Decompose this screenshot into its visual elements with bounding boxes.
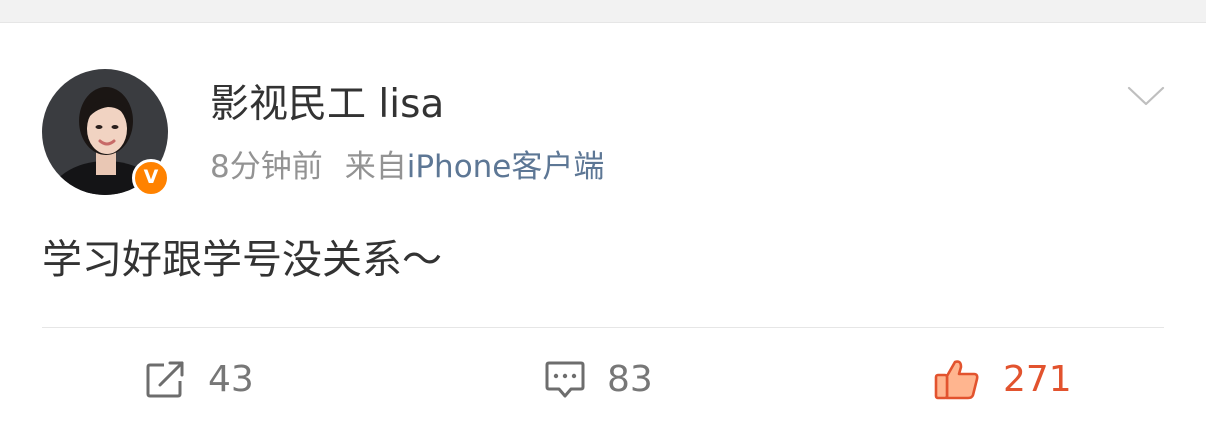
weibo-post-card: V 影视民工 lisa 8分钟前 来自iPhone客户端 学习好跟学号没关系～ 4…: [0, 23, 1206, 437]
author-name[interactable]: 影视民工 lisa: [210, 81, 444, 129]
post-meta: 8分钟前 来自iPhone客户端: [210, 147, 604, 187]
author-avatar-container[interactable]: V: [42, 69, 170, 197]
repost-count: 43: [208, 359, 254, 400]
more-menu-button[interactable]: [1126, 83, 1166, 109]
verified-badge: V: [132, 159, 170, 197]
post-time: 8分钟前: [210, 149, 323, 185]
thumbs-up-icon: [934, 360, 979, 400]
source-prefix: 来自: [344, 149, 407, 185]
comment-count: 83: [607, 359, 653, 400]
comment-icon: [545, 361, 585, 398]
repost-icon: [146, 361, 184, 398]
like-count: 271: [1003, 359, 1072, 400]
divider: [42, 327, 1164, 328]
repost-button[interactable]: 43: [144, 358, 254, 402]
post-source-link[interactable]: iPhone客户端: [407, 149, 605, 185]
like-button[interactable]: 271: [933, 358, 1072, 402]
chevron-down-icon: [1127, 86, 1165, 106]
feed-gap: [0, 0, 1206, 23]
post-content: 学习好跟学号没关系～: [42, 237, 442, 283]
comment-button[interactable]: 83: [543, 358, 653, 402]
